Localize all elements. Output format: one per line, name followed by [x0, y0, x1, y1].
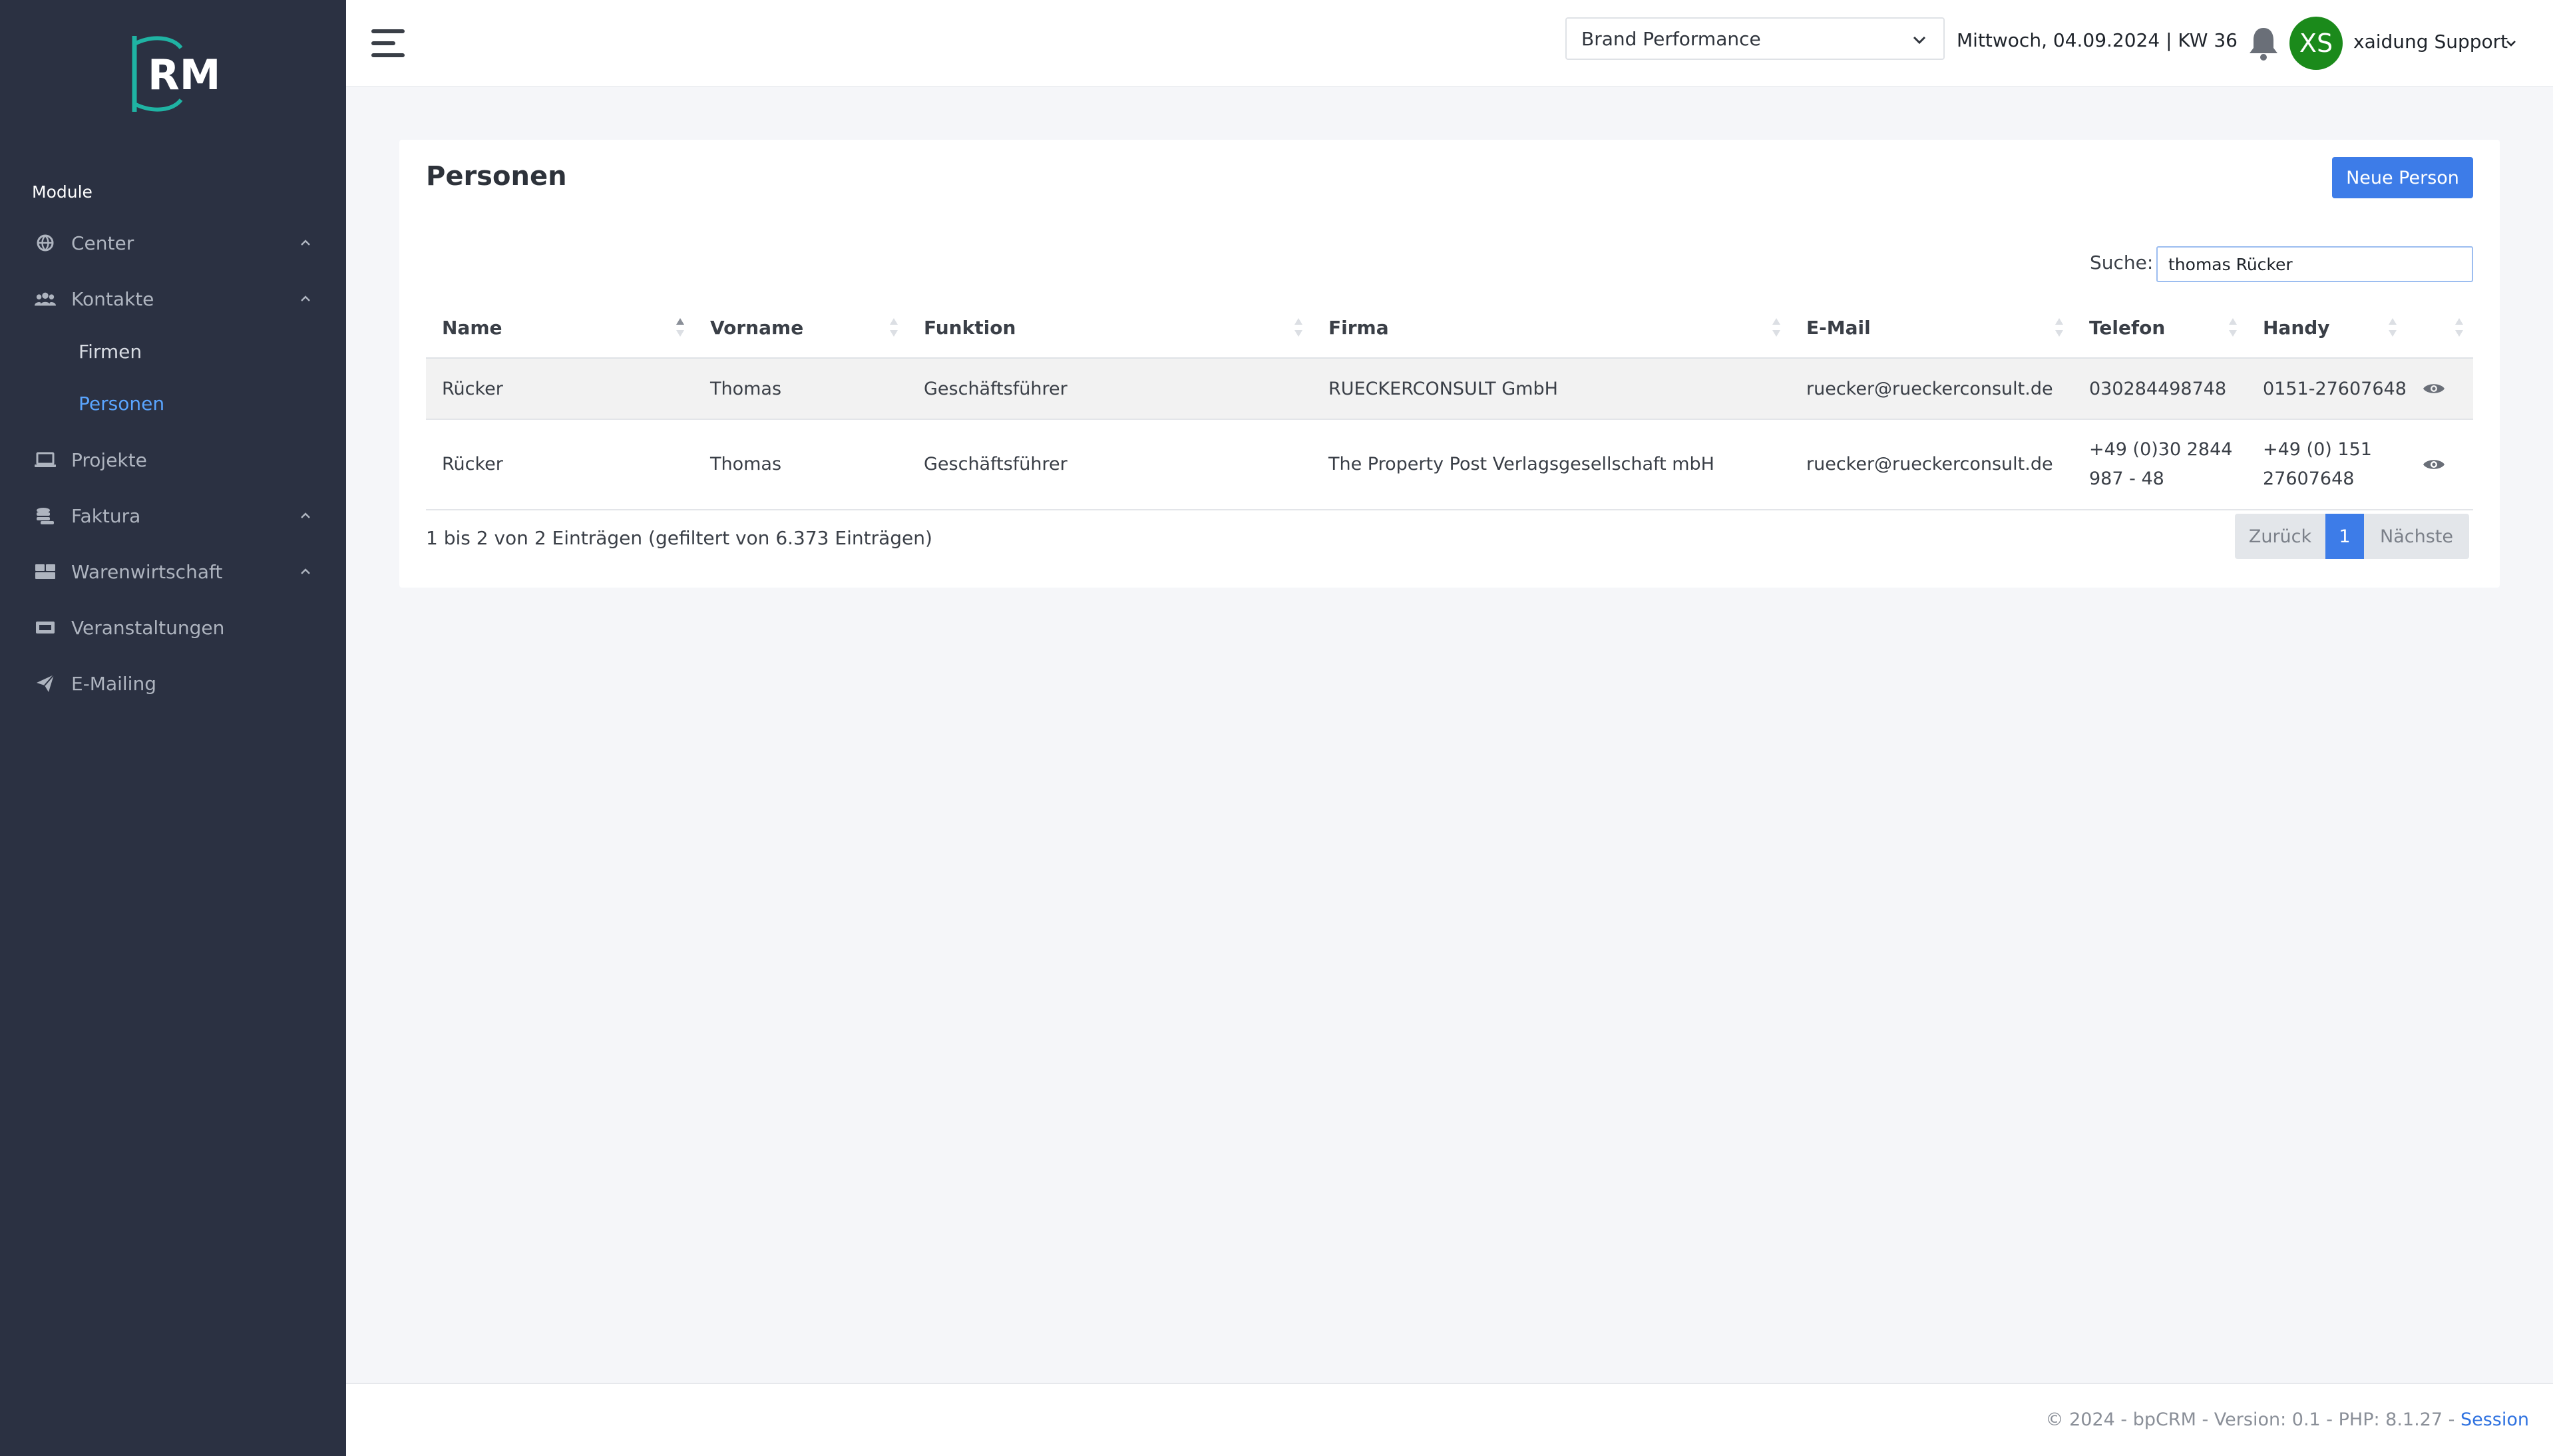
sort-icon — [888, 317, 900, 339]
eye-icon[interactable] — [2423, 381, 2473, 397]
ticket-icon — [35, 617, 56, 638]
sidebar-item-e-mailing[interactable]: E-Mailing — [0, 660, 346, 707]
cell-firma: The Property Post Verlagsgesellschaft mb… — [1312, 419, 1790, 510]
cell-funktion: Geschäftsführer — [908, 419, 1312, 510]
sidebar-item-label: Kontakte — [71, 287, 154, 310]
column-header-actions[interactable] — [2407, 298, 2473, 359]
bell-icon[interactable] — [2247, 25, 2280, 61]
logo-text: RM — [148, 51, 220, 99]
user-menu[interactable]: xaidung Support — [2353, 31, 2508, 53]
sidebar-item-label: Warenwirtschaft — [71, 560, 223, 583]
persons-table: Name Vorname Funktion Firma E-Mail Telef… — [426, 298, 2473, 510]
sidebar-item-veranstaltungen[interactable]: Veranstaltungen — [0, 604, 346, 651]
footer-text: © 2024 - bpCRM - Version: 0.1 - PHP: 8.1… — [2046, 1409, 2529, 1430]
cell-vorname: Thomas — [694, 358, 908, 420]
chevron-up-icon — [298, 236, 313, 250]
footer-version: © 2024 - bpCRM - Version: 0.1 - PHP: 8.1… — [2045, 1409, 2460, 1430]
page-title: Personen — [426, 161, 567, 192]
chevron-down-icon[interactable] — [2504, 36, 2518, 51]
cell-handy: 0151-27607648 — [2247, 358, 2407, 420]
search-input[interactable] — [2156, 246, 2473, 282]
coins-icon — [35, 505, 56, 526]
topbar: Brand Performance Mittwoch, 04.09.2024 |… — [346, 0, 2553, 87]
cell-funktion: Geschäftsführer — [908, 358, 1312, 420]
column-header-vorname[interactable]: Vorname — [694, 298, 908, 359]
table-row[interactable]: Rücker Thomas Geschäftsführer RUECKERCON… — [426, 358, 2473, 420]
cell-email: ruecker@rueckerconsult.de — [1790, 419, 2073, 510]
session-link[interactable]: Session — [2460, 1409, 2529, 1430]
table-row[interactable]: Rücker Thomas Geschäftsführer The Proper… — [426, 419, 2473, 510]
new-person-button[interactable]: Neue Person — [2332, 157, 2473, 198]
footer: © 2024 - bpCRM - Version: 0.1 - PHP: 8.1… — [346, 1383, 2553, 1456]
cell-handy: +49 (0) 151 27607648 — [2247, 419, 2407, 510]
pagination: Zurück 1 Nächste — [2235, 514, 2469, 559]
boxes-icon — [35, 561, 56, 582]
cell-vorname: Thomas — [694, 419, 908, 510]
crm-logo[interactable]: RM — [126, 32, 226, 116]
table-info: 1 bis 2 von 2 Einträgen (gefiltert von 6… — [426, 527, 932, 549]
chevron-down-icon — [1910, 31, 1929, 49]
cell-firma: RUECKERCONSULT GmbH — [1312, 358, 1790, 420]
column-header-firma[interactable]: Firma — [1312, 298, 1790, 359]
chevron-up-icon — [298, 508, 313, 523]
sidebar-section-label: Module — [32, 182, 93, 202]
sidebar-item-kontakte[interactable]: Kontakte — [0, 275, 346, 322]
sidebar-item-warenwirtschaft[interactable]: Warenwirtschaft — [0, 548, 346, 595]
chevron-up-icon — [298, 291, 313, 306]
sidebar-item-label: Projekte — [71, 449, 147, 471]
pagination-page-button[interactable]: 1 — [2325, 514, 2364, 559]
eye-icon[interactable] — [2423, 456, 2473, 472]
users-icon — [35, 288, 56, 309]
sort-icon — [1770, 317, 1782, 339]
cell-telefon: +49 (0)30 2844 987 - 48 — [2073, 419, 2247, 510]
column-header-telefon[interactable]: Telefon — [2073, 298, 2247, 359]
avatar[interactable]: XS — [2289, 17, 2343, 70]
laptop-icon — [35, 449, 56, 470]
pagination-next-button[interactable]: Nächste — [2364, 514, 2469, 559]
column-header-funktion[interactable]: Funktion — [908, 298, 1312, 359]
sort-icon — [2387, 317, 2399, 339]
search-label: Suche: — [2090, 252, 2154, 273]
sidebar-item-projekte[interactable]: Projekte — [0, 437, 346, 483]
sidebar: RM Module Center Kontakte Firmen Persone… — [0, 0, 346, 1456]
column-header-email[interactable]: E-Mail — [1790, 298, 2073, 359]
sidebar-item-label: Veranstaltungen — [71, 616, 225, 639]
cell-name: Rücker — [426, 358, 694, 420]
paper-plane-icon — [35, 673, 56, 694]
column-header-name[interactable]: Name — [426, 298, 694, 359]
cell-email: ruecker@rueckerconsult.de — [1790, 358, 2073, 420]
sidebar-item-faktura[interactable]: Faktura — [0, 492, 346, 539]
cell-telefon: 030284498748 — [2073, 358, 2247, 420]
sort-icon — [2453, 317, 2465, 339]
sidebar-subitem-personen[interactable]: Personen — [79, 393, 164, 415]
sort-icon — [1292, 317, 1304, 339]
menu-toggle-icon[interactable] — [371, 29, 405, 57]
sort-icon — [2227, 317, 2239, 339]
table-header-row: Name Vorname Funktion Firma E-Mail Telef… — [426, 298, 2473, 359]
current-date: Mittwoch, 04.09.2024 | KW 36 — [1957, 29, 2238, 51]
brand-select[interactable]: Brand Performance — [1565, 17, 1945, 60]
globe-icon — [35, 232, 56, 254]
cell-actions — [2407, 358, 2473, 420]
cell-name: Rücker — [426, 419, 694, 510]
sort-icon — [2053, 317, 2065, 339]
sidebar-subitem-firmen[interactable]: Firmen — [79, 341, 142, 363]
pagination-prev-button[interactable]: Zurück — [2235, 514, 2325, 559]
cell-actions — [2407, 419, 2473, 510]
sidebar-item-center[interactable]: Center — [0, 220, 346, 266]
sidebar-item-label: Center — [71, 232, 134, 254]
column-header-handy[interactable]: Handy — [2247, 298, 2407, 359]
sidebar-item-label: Faktura — [71, 504, 141, 527]
sidebar-item-label: E-Mailing — [71, 672, 156, 695]
brand-select-value: Brand Performance — [1581, 27, 1761, 50]
chevron-up-icon — [298, 564, 313, 579]
sort-asc-icon — [674, 317, 686, 339]
personen-card: Personen Neue Person Suche: Name Vorname… — [399, 140, 2500, 588]
